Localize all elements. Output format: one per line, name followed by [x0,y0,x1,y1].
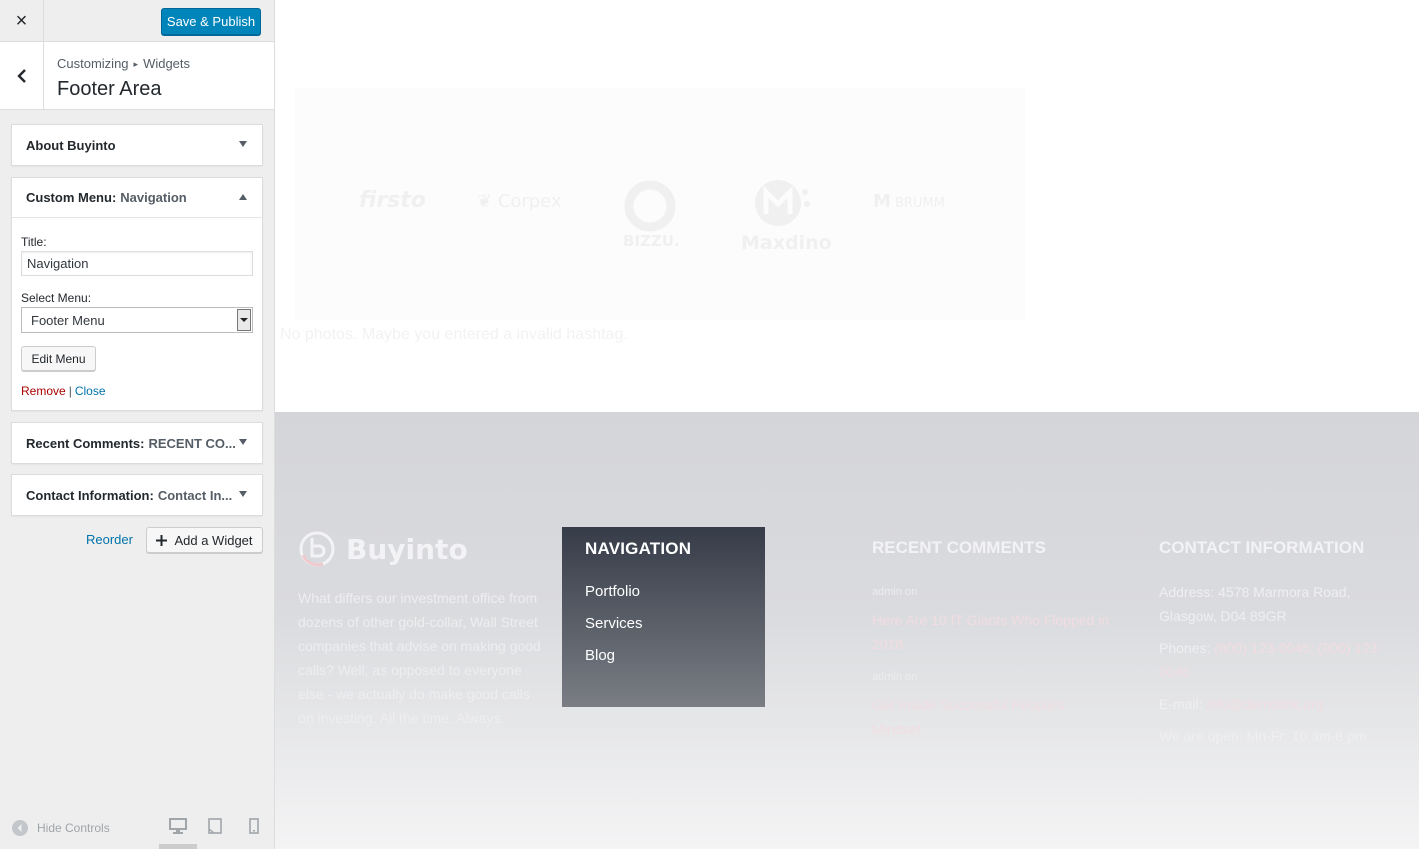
site-footer: Buyinto What differs our investment offi… [275,412,1419,849]
partners-section: firsto ❦ Corpex BIZZU. Maxdino M BRUMM [295,88,1025,320]
expand-arrow-icon [239,141,247,147]
widget-contact-information-toggle[interactable]: Contact Information: Contact In... [12,475,262,515]
navigation-title: NAVIGATION [585,539,692,558]
partner-logo-corpex: ❦ Corpex [477,191,562,212]
site-logo[interactable]: Buyinto [298,530,468,568]
close-customizer-button[interactable]: × [0,0,44,42]
menu-select[interactable]: Footer Menu [21,307,253,333]
breadcrumb-separator: ▸ [133,59,139,69]
partner-logo-brumm: M BRUMM [873,191,945,212]
add-widget-button[interactable]: Add a Widget [146,527,263,553]
close-icon: × [15,9,28,32]
partner-name: BRUMM [895,196,945,211]
contact-hours: We are open: Mn-Fr: 10 am-8 pm [1159,728,1367,744]
contact-phones: Phones: (800) 123-0045; (800) 123-0046 [1159,636,1399,684]
partner-logo-firsto: firsto [359,188,426,213]
widget-about-toggle[interactable]: About Buyinto [12,125,262,165]
expand-arrow-icon [239,439,247,445]
breadcrumb-widgets: Widgets [143,56,191,71]
hide-controls-button[interactable]: Hide Controls [12,820,110,836]
comment-meta: admin on [872,586,918,598]
tablet-preview-icon[interactable] [208,818,222,834]
section-header: Customizing ▸ Widgets Footer Area [0,42,274,110]
collapse-arrow-icon [12,820,28,836]
phones-label: Phones: [1159,640,1211,656]
instagram-feed-message: No photos. Maybe you entered a invalid h… [280,326,628,343]
widget-recent-comments: Recent Comments: RECENT CO... [11,422,263,464]
buyinto-logo-icon [299,531,335,567]
chevron-left-icon [16,68,26,83]
customizer-footer: Hide Controls [0,804,274,849]
comment-link[interactable]: Get Inside Successful People's Mindset [872,693,1112,741]
widget-title: Custom Menu: [26,190,117,205]
remove-link[interactable]: Remove [21,384,66,398]
select-menu-label: Select Menu: [21,291,92,305]
footer-navigation-widget: NAVIGATION Portfolio Services Blog [562,527,765,707]
plus-icon [156,534,168,546]
partner-name: BIZZU. [623,232,680,250]
customizer-header: × Save & Publish [0,0,274,42]
partner-name: Maxdino [741,232,832,254]
title-field-label: Title: [21,235,47,249]
contact-email: E-mail: info@demolink.org [1159,692,1323,716]
mobile-preview-icon[interactable] [249,818,259,834]
customizer-sidebar: × Save & Publish Customizing ▸ Widgets Foo… [0,0,275,849]
widget-custom-menu: Custom Menu: Navigation Title: Select Me… [11,177,263,411]
edit-menu-button[interactable]: Edit Menu [21,346,96,371]
collapse-arrow-icon [239,194,247,200]
widget-recent-comments-toggle[interactable]: Recent Comments: RECENT CO... [12,423,262,463]
maxdino-mark-icon [755,180,810,226]
partner-name: Corpex [497,191,562,212]
contact-address: Address: 4578 Marmora Road, Glasgow, D04… [1159,584,1351,624]
separator: | [68,384,72,398]
email-link[interactable]: info@demolink.org [1206,696,1323,712]
widget-title: Contact Information: [26,487,154,503]
menu-select-value: Footer Menu [31,312,105,328]
widget-title: Recent Comments: [26,435,145,451]
partner-logo-bizzu: BIZZU. [623,180,680,250]
about-text: What differs our investment office from … [298,590,541,726]
recent-comments-title: RECENT COMMENTS [872,538,1046,557]
active-device-indicator [159,844,197,849]
widget-actions: Remove | Close [21,384,106,398]
bizzu-mark-icon [624,180,676,232]
site-preview: firsto ❦ Corpex BIZZU. Maxdino M BRUMM N… [275,0,1419,849]
breadcrumb-customizing: Customizing [57,56,129,71]
logo-text: Buyinto [346,532,468,566]
partner-logo-maxdino: Maxdino [741,178,832,254]
add-widget-label: Add a Widget [174,532,253,548]
save-publish-button[interactable]: Save & Publish [161,8,261,35]
email-label: E-mail: [1159,696,1203,712]
breadcrumb: Customizing ▸ Widgets [57,56,190,71]
expand-arrow-icon [239,491,247,497]
nav-link-services[interactable]: Services [585,615,643,632]
reorder-link[interactable]: Reorder [86,532,133,547]
nav-link-portfolio[interactable]: Portfolio [585,583,640,600]
brumm-mark-icon: M [873,191,891,212]
desktop-preview-icon[interactable] [169,818,187,834]
contact-information-title: CONTACT INFORMATION [1159,538,1365,557]
widget-subtitle: Navigation [120,190,187,205]
title-field[interactable] [21,251,253,276]
close-link[interactable]: Close [75,384,106,398]
comment-meta: admin on [872,671,918,683]
leaf-icon: ❦ [477,191,493,212]
dropdown-arrow-icon[interactable] [237,309,251,331]
back-button[interactable] [0,42,44,109]
widget-contact-information: Contact Information: Contact In... [11,474,263,516]
widget-custom-menu-toggle[interactable]: Custom Menu: Navigation [12,178,262,218]
comment-link[interactable]: Here Are 10 IT Giants Who Flopped in 201… [872,608,1117,656]
widget-title: About Buyinto [26,137,116,153]
section-title: Footer Area [57,78,162,100]
widget-subtitle: RECENT CO... [148,435,236,451]
nav-link-blog[interactable]: Blog [585,647,615,664]
widget-about: About Buyinto [11,124,263,166]
hide-controls-label: Hide Controls [37,821,110,835]
widget-subtitle: Contact In... [157,487,233,503]
